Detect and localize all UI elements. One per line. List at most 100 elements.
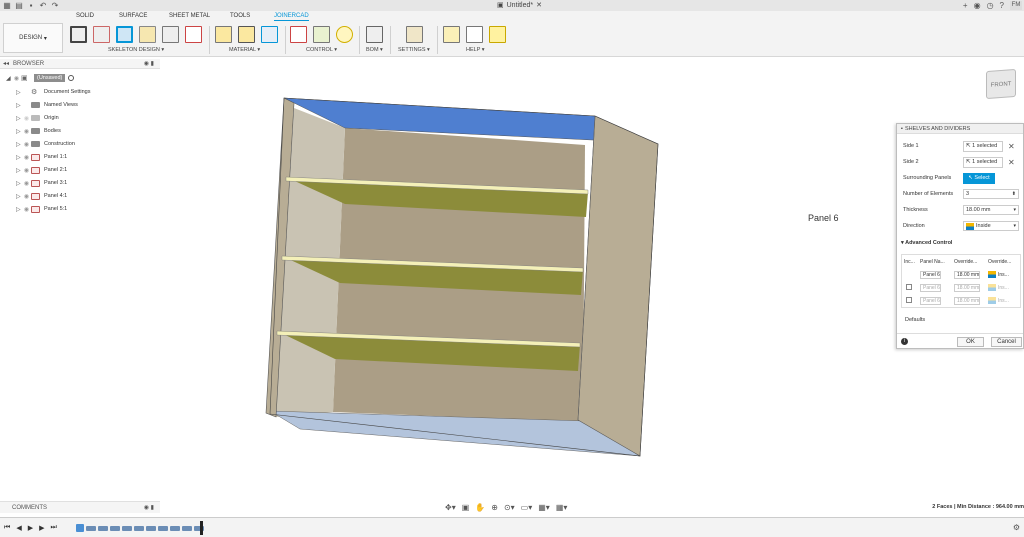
timeline-step[interactable] [110, 525, 120, 531]
lightbulb-icon[interactable] [336, 26, 353, 43]
group-settings[interactable]: SETTINGS ▾ [398, 47, 430, 53]
comments-panel[interactable]: COMMENTS ◉ ▮ [0, 501, 160, 513]
timeline-step[interactable] [170, 525, 180, 531]
dropdown-icon[interactable]: ▾ [1013, 207, 1016, 213]
side1-selection[interactable]: ⇱ 1 selected [963, 140, 1003, 152]
clear-side2-icon[interactable]: ✕ [1008, 158, 1015, 167]
tab-solid[interactable]: SOLID [76, 13, 94, 19]
material-icon[interactable] [215, 26, 232, 43]
override-direction-select[interactable]: Ins... [998, 272, 1009, 278]
group-skeleton-design[interactable]: SKELETON DESIGN ▾ [108, 47, 164, 53]
override-thickness-field[interactable]: 18.00 mm [954, 270, 981, 279]
thickness-input[interactable]: 18.00 mm ▾ [963, 205, 1019, 215]
help-icon[interactable]: ? [1000, 1, 1004, 10]
connector-tool-icon[interactable] [162, 26, 179, 43]
save-icon[interactable]: ▪ [27, 2, 35, 10]
bom-icon[interactable] [366, 26, 383, 43]
timeline-component-icon[interactable] [76, 524, 84, 532]
ok-button[interactable]: OK [957, 337, 984, 347]
clear-side1-icon[interactable]: ✕ [1008, 142, 1015, 151]
grid-settings-icon[interactable]: ▦▾ [556, 503, 568, 512]
close-doc-icon[interactable]: ✕ [536, 1, 542, 9]
go-to-start-icon[interactable]: ⏮ [4, 524, 10, 532]
defaults-label[interactable]: Defaults [905, 317, 925, 323]
info-icon[interactable]: i [901, 338, 908, 345]
pin-icon[interactable]: ◉ ▮ [144, 504, 154, 511]
override-direction-select[interactable]: Ins... [998, 285, 1009, 291]
zoom-window-icon[interactable]: ⊙▾ [504, 503, 515, 512]
cancel-button[interactable]: Cancel [991, 337, 1022, 347]
timeline-marker[interactable] [200, 521, 203, 535]
navigation-bar: ✥▾ ▣ ✋ ⊕ ⊙▾ ▭▾ ▦▾ ▦▾ [445, 500, 567, 514]
settings-tools-icon[interactable] [406, 26, 423, 43]
step-back-icon[interactable]: ◀ [16, 524, 21, 532]
viewcube[interactable]: FRONT [986, 68, 1016, 100]
edge-tool-icon[interactable] [93, 26, 110, 43]
include-checkbox[interactable] [906, 283, 912, 290]
tab-sheet-metal[interactable]: SHEET METAL [169, 13, 210, 19]
group-control[interactable]: CONTROL ▾ [306, 47, 337, 53]
control-box-icon[interactable] [313, 26, 330, 43]
display-settings-icon[interactable]: ▭▾ [521, 503, 533, 512]
help-chat-icon[interactable] [466, 26, 483, 43]
timeline-step[interactable] [98, 525, 108, 531]
cutout-tool-icon[interactable] [185, 26, 202, 43]
group-bom[interactable]: BOM ▾ [366, 47, 383, 53]
surrounding-select-button[interactable]: ↖ Select [963, 172, 995, 184]
timeline-step[interactable] [182, 525, 192, 531]
collapse-dialog-icon[interactable]: ▪ [901, 126, 903, 132]
dialog-header[interactable]: ▪ SHELVES AND DIVIDERS [897, 124, 1023, 134]
design-workspace-button[interactable]: DESIGN ▾ [3, 23, 63, 53]
spinner-icon[interactable]: ⬍ [1012, 191, 1016, 197]
tab-surface[interactable]: SURFACE [119, 13, 147, 19]
panel-name-field[interactable]: Panel 6 [920, 283, 941, 292]
look-at-icon[interactable]: ▣ [462, 503, 470, 512]
zoom-icon[interactable]: ⊕ [491, 503, 498, 512]
help-video-icon[interactable] [443, 26, 460, 43]
play-icon[interactable]: ▶ [28, 524, 33, 532]
panel-name-field[interactable]: Panel 6 [920, 296, 941, 305]
include-checkbox[interactable] [906, 296, 912, 303]
file-menu-icon[interactable]: ▤ [15, 2, 23, 10]
group-material[interactable]: MATERIAL ▾ [229, 47, 260, 53]
timeline-step[interactable] [122, 525, 132, 531]
direction-select[interactable]: Inside ▾ [963, 221, 1019, 231]
override-thickness-field[interactable]: 18.00 mm [954, 296, 981, 305]
material-swap-icon[interactable] [261, 26, 278, 43]
timeline-step[interactable] [146, 525, 156, 531]
step-forward-icon[interactable]: ▶ [39, 524, 44, 532]
num-elements-input[interactable]: 3 ⬍ [963, 189, 1019, 199]
pan-icon[interactable]: ✋ [475, 503, 485, 512]
advanced-control-toggle[interactable]: ▾ Advanced Control [901, 240, 952, 246]
avatar[interactable]: FM [1010, 1, 1022, 10]
override-thickness-field[interactable]: 18.00 mm [954, 283, 981, 292]
go-to-end-icon[interactable]: ⏭ [50, 524, 56, 532]
timeline-step[interactable] [86, 525, 96, 531]
visual-style-icon[interactable]: ▦▾ [538, 503, 550, 512]
tab-tools[interactable]: TOOLS [230, 13, 250, 19]
cabinet-right-panel[interactable] [577, 115, 659, 457]
material-apply-icon[interactable] [238, 26, 255, 43]
tab-joinercad[interactable]: JOINERCAD [274, 13, 309, 21]
dropdown-icon[interactable]: ▾ [1013, 223, 1016, 229]
timeline-step[interactable] [158, 525, 168, 531]
new-tab-icon[interactable]: + [963, 1, 968, 10]
control-measure-icon[interactable] [290, 26, 307, 43]
panel-tool-icon[interactable] [70, 26, 87, 43]
help-warning-icon[interactable] [489, 26, 506, 43]
extensions-icon[interactable]: ◉ [974, 1, 981, 10]
orbit-icon[interactable]: ✥▾ [445, 503, 456, 512]
timeline-step[interactable] [134, 525, 144, 531]
undo-icon[interactable]: ↶ [39, 2, 47, 10]
notifications-icon[interactable]: ◷ [987, 1, 994, 10]
panel-name-field[interactable]: Panel 6 [920, 270, 941, 279]
group-help[interactable]: HELP ▾ [466, 47, 485, 53]
app-grid-icon[interactable]: ▦ [3, 2, 11, 10]
side2-selection[interactable]: ⇱ 1 selected [963, 156, 1003, 168]
redo-icon[interactable]: ↷ [51, 2, 59, 10]
shelves-tool-icon[interactable] [116, 26, 133, 43]
joint-tool-icon[interactable] [139, 26, 156, 43]
override-direction-select[interactable]: Ins... [998, 298, 1009, 304]
viewport-canvas[interactable] [0, 57, 1024, 500]
timeline-settings-icon[interactable]: ⚙ [1013, 523, 1020, 532]
